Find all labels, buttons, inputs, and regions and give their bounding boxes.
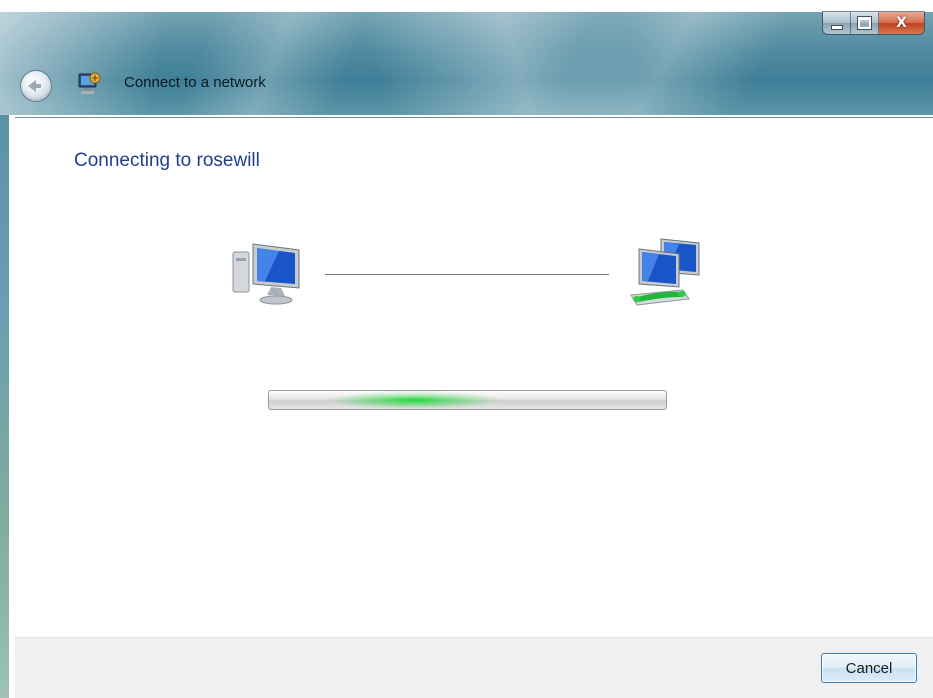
minimize-icon [830,24,843,30]
window-left-border [0,115,9,698]
content-area: Connecting to rosewill [15,117,933,638]
window-top-edge [0,0,933,12]
footer-bar: Cancel [15,637,933,698]
close-button[interactable]: X [879,12,924,34]
progress-bar [268,390,667,410]
glass-reflection [0,12,933,115]
window-title: Connect to a network [124,74,266,91]
maximize-icon [858,17,871,29]
caption-buttons: X [823,12,924,34]
connect-to-network-window: X Connect to a network Connecting to ros… [0,0,933,698]
maximize-button[interactable] [851,12,879,34]
page-heading: Connecting to rosewill [74,150,260,171]
title-bar: X Connect to a network [0,0,933,115]
network-computers-icon [630,238,700,306]
progress-shine [269,391,666,400]
connection-line [325,274,609,275]
close-icon: X [896,15,907,31]
computer-icon [232,243,300,305]
network-connect-icon [78,72,101,94]
minimize-button[interactable] [823,12,851,34]
back-button[interactable] [21,71,51,101]
back-arrow-shaft [35,84,41,88]
cancel-button[interactable]: Cancel [821,653,917,683]
